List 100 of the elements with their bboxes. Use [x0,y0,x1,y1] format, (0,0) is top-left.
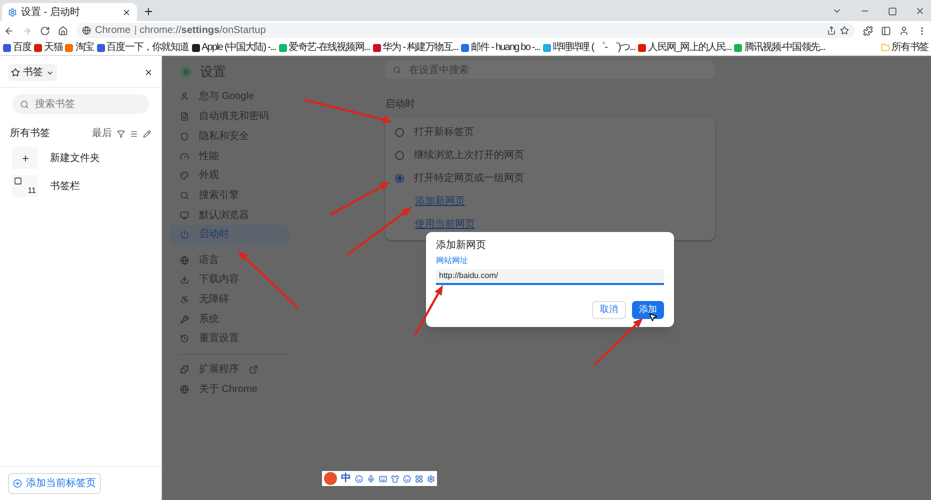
plus-icon [13,479,22,488]
nav-icon [180,295,189,304]
add-button[interactable]: 添加 [632,301,664,319]
annotation-arrow [414,285,443,336]
bookmark-count: 11 [28,185,36,197]
bookmark-item[interactable]: 百度 [3,40,32,55]
close-icon[interactable] [144,68,153,77]
new-tab-icon[interactable] [143,6,154,17]
settings-nav-item[interactable]: 默认浏览器 [180,205,290,225]
settings-nav-item[interactable]: 关于 Chrome [180,380,290,400]
site-icon [734,44,742,52]
plus-icon [20,154,30,162]
all-bookmarks-button[interactable]: 所有书签 [880,40,928,55]
list-view-icon[interactable] [130,130,138,138]
back-icon[interactable] [4,26,14,36]
nav-icon [180,275,189,284]
reload-icon[interactable] [40,26,50,36]
filter-icon[interactable] [117,130,125,138]
site-icon [3,44,11,52]
page-title: 设置 [200,63,226,82]
extensions-icon[interactable] [863,26,873,36]
side-panel-icon[interactable] [881,26,891,36]
nav-icon [180,92,189,102]
home-icon[interactable] [58,26,68,36]
startup-option[interactable]: 打开新标签页 [385,121,715,144]
settings-nav-item[interactable]: 搜索引擎 [180,186,290,206]
new-folder-item[interactable]: 新建文件夹 [12,147,149,169]
settings-nav-item[interactable]: 隐私和安全 [180,126,290,146]
bookmark-item[interactable]: 哔哩哔哩 ( ゜- ゜)つ... [542,40,636,55]
emoji-icon[interactable] [403,474,411,482]
section-title: 启动时 [385,98,416,112]
site-icon [461,44,470,52]
settings-nav-item[interactable]: 外观 [180,166,290,186]
star-icon[interactable] [840,26,849,35]
settings-nav-item[interactable]: 无障碍 [180,290,290,310]
nav-icon [180,132,189,141]
close-icon[interactable] [915,6,925,16]
nav-icon [180,256,189,265]
radio-button[interactable] [395,151,404,160]
bookmark-item[interactable]: 华为 - 构建万物互... [372,40,458,55]
settings-nav-item[interactable]: 系统 [180,310,290,329]
nav-icon [180,385,189,394]
site-icon [34,44,42,52]
sort-label[interactable]: 最后 [92,126,112,141]
bookmark-item[interactable]: 淘宝 [65,40,94,55]
section-title: 所有书签 [10,126,50,141]
url-field[interactable]: http://baidu.com/ [436,269,664,285]
external-link-icon [249,365,258,374]
panel-selector[interactable]: 书签 [8,64,57,81]
site-icon [96,44,105,52]
nav-icon [180,365,189,374]
settings-nav-item[interactable]: 下载内容 [180,270,290,290]
startup-option[interactable]: 继续浏览上次打开的网页 [385,144,715,167]
radio-button[interactable] [395,174,404,183]
edit-icon[interactable] [143,130,151,138]
tab-title: 设置 - 启动时 [21,6,81,20]
bookmark-item[interactable]: Apple (中国大陆) -... [192,40,276,55]
bookmark-item[interactable]: 爱奇艺-在线视频网... [278,40,370,55]
nav-icon [180,171,189,180]
search-icon [393,66,401,74]
settings-icon[interactable] [427,474,435,482]
field-label: 网站网址 [436,255,469,267]
url-text: chrome://settings/onStartup [140,24,266,38]
bookmark-item[interactable]: 百度一下，你就知道 [96,40,189,55]
settings-nav-item[interactable]: 自动填充和密码 [180,106,290,126]
settings-nav-item[interactable]: 性能 [180,146,290,166]
site-icon [638,44,646,52]
settings-nav-item[interactable]: 您与 Google [180,87,290,107]
bookmark-item[interactable]: 腾讯视频-中国领先... [734,40,826,55]
browser-tab[interactable]: 设置 - 启动时 [2,3,137,21]
nav-icon [180,112,189,122]
settings-nav-item[interactable]: 重置设置 [180,329,290,349]
shirt-icon[interactable] [391,474,399,482]
nav-icon [180,230,189,240]
bookmark-folder-item[interactable]: 11 书签栏 [12,175,149,197]
close-icon[interactable] [122,8,131,16]
add-current-tab-button[interactable]: 添加当前标签页 [8,473,101,494]
site-info-icon[interactable] [82,26,91,35]
site-icon [542,44,551,52]
grid-icon[interactable] [415,474,423,482]
radio-button[interactable] [395,128,404,137]
cancel-button[interactable]: 取消 [592,301,626,319]
settings-nav-item[interactable]: 语言 [180,250,290,270]
microphone-icon[interactable] [367,474,375,482]
settings-nav-item[interactable]: 扩展程序 [180,360,290,380]
site-icon [65,44,74,52]
address-bar[interactable]: Chrome chrome://settings/onStartup [76,23,855,38]
bookmark-item[interactable]: 人民网_网上的人民... [638,40,732,55]
bookmark-item[interactable]: 天猫 [34,40,62,55]
share-icon[interactable] [827,26,836,35]
maximize-icon[interactable] [888,6,897,16]
star-icon [11,68,20,77]
profile-icon[interactable] [899,26,909,36]
nav-icon [180,334,189,344]
search-field[interactable]: 搜索书签 [12,94,149,114]
bookmark-item[interactable]: 邮件 - huang bo -... [461,40,540,55]
search-icon [20,100,29,108]
input-mode-toggle[interactable]: 中 [341,471,351,486]
keyboard-icon[interactable] [379,474,387,482]
startup-option[interactable]: 打开特定网页或一组网页 [385,167,715,190]
